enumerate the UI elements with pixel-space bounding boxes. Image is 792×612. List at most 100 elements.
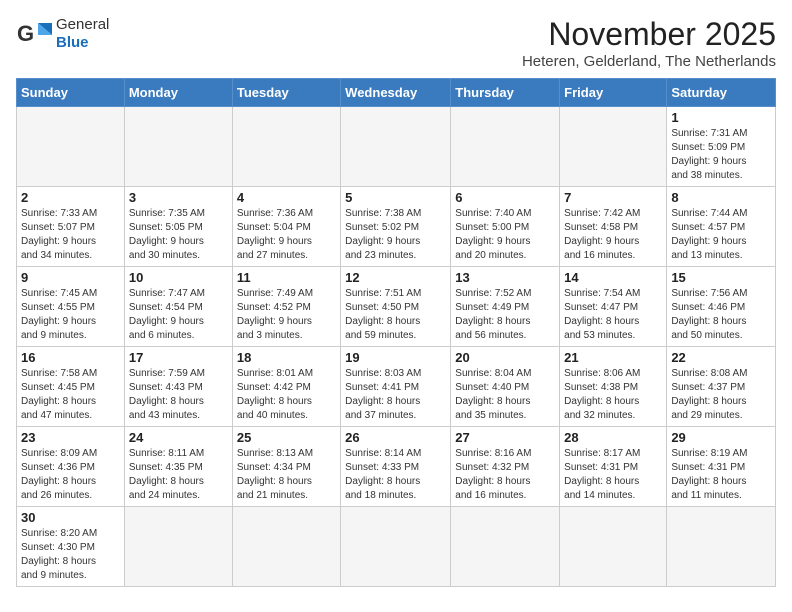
calendar-cell: 25 Sunrise: 8:13 AM Sunset: 4:34 PM Dayli… (232, 427, 340, 507)
day-number: 5 (345, 190, 446, 205)
calendar-cell: 15 Sunrise: 7:56 AM Sunset: 4:46 PM Dayli… (667, 267, 776, 347)
calendar-cell: 19Sunrise: 8:03 AM Sunset: 4:41 PM Dayli… (341, 347, 451, 427)
calendar-cell (451, 107, 560, 187)
day-info: Sunrise: 7:49 AM Sunset: 4:52 PM Dayligh… (237, 287, 336, 343)
day-number: 23 (21, 430, 120, 445)
calendar-cell (17, 107, 125, 187)
calendar-cell (341, 107, 451, 187)
calendar-cell: 8 Sunrise: 7:44 AM Sunset: 4:57 PM Daylig… (667, 187, 776, 267)
day-number: 3 (129, 190, 228, 205)
calendar-cell: 16Sunrise: 7:58 AM Sunset: 4:45 PM Dayli… (17, 347, 125, 427)
day-info: Sunrise: 7:44 AM Sunset: 4:57 PM Dayligh… (671, 207, 771, 263)
calendar-cell: 20 Sunrise: 8:04 AM Sunset: 4:40 PM Dayli… (451, 347, 560, 427)
calendar-cell: 7Sunrise: 7:42 AM Sunset: 4:58 PM Daylig… (560, 187, 667, 267)
day-number: 2 (21, 190, 120, 205)
day-number: 18 (237, 350, 336, 365)
day-info: Sunrise: 8:16 AM Sunset: 4:32 PM Dayligh… (455, 447, 555, 503)
col-thursday: Thursday (451, 79, 560, 107)
calendar-week-row: 9 Sunrise: 7:45 AM Sunset: 4:55 PM Daylig… (17, 267, 776, 347)
calendar-cell: 21 Sunrise: 8:06 AM Sunset: 4:38 PM Dayli… (560, 347, 667, 427)
calendar-cell: 17Sunrise: 7:59 AM Sunset: 4:43 PM Dayli… (124, 347, 232, 427)
day-info: Sunrise: 8:04 AM Sunset: 4:40 PM Dayligh… (455, 367, 555, 423)
day-number: 21 (564, 350, 662, 365)
day-number: 6 (455, 190, 555, 205)
day-number: 9 (21, 270, 120, 285)
day-info: Sunrise: 8:06 AM Sunset: 4:38 PM Dayligh… (564, 367, 662, 423)
calendar-cell (232, 507, 340, 587)
calendar-cell (341, 507, 451, 587)
calendar-cell: 5Sunrise: 7:38 AM Sunset: 5:02 PM Daylig… (341, 187, 451, 267)
day-number: 10 (129, 270, 228, 285)
day-info: Sunrise: 7:31 AM Sunset: 5:09 PM Dayligh… (671, 127, 771, 183)
calendar-cell: 3 Sunrise: 7:35 AM Sunset: 5:05 PM Daylig… (124, 187, 232, 267)
day-number: 20 (455, 350, 555, 365)
calendar-header-row: Sunday Monday Tuesday Wednesday Thursday… (17, 79, 776, 107)
calendar-cell (560, 507, 667, 587)
day-info: Sunrise: 7:40 AM Sunset: 5:00 PM Dayligh… (455, 207, 555, 263)
day-info: Sunrise: 8:19 AM Sunset: 4:31 PM Dayligh… (671, 447, 771, 503)
calendar-cell: 6 Sunrise: 7:40 AM Sunset: 5:00 PM Daylig… (451, 187, 560, 267)
calendar-cell (560, 107, 667, 187)
col-wednesday: Wednesday (341, 79, 451, 107)
calendar-cell (232, 107, 340, 187)
day-number: 12 (345, 270, 446, 285)
day-number: 19 (345, 350, 446, 365)
day-info: Sunrise: 8:13 AM Sunset: 4:34 PM Dayligh… (237, 447, 336, 503)
day-number: 25 (237, 430, 336, 445)
day-info: Sunrise: 8:17 AM Sunset: 4:31 PM Dayligh… (564, 447, 662, 503)
calendar-week-row: 23 Sunrise: 8:09 AM Sunset: 4:36 PM Dayli… (17, 427, 776, 507)
day-info: Sunrise: 7:35 AM Sunset: 5:05 PM Dayligh… (129, 207, 228, 263)
day-number: 1 (671, 110, 771, 125)
day-info: Sunrise: 8:09 AM Sunset: 4:36 PM Dayligh… (21, 447, 120, 503)
calendar-cell: 23 Sunrise: 8:09 AM Sunset: 4:36 PM Dayli… (17, 427, 125, 507)
calendar-cell: 24 Sunrise: 8:11 AM Sunset: 4:35 PM Dayli… (124, 427, 232, 507)
day-number: 11 (237, 270, 336, 285)
day-info: Sunrise: 7:47 AM Sunset: 4:54 PM Dayligh… (129, 287, 228, 343)
day-number: 30 (21, 510, 120, 525)
calendar-cell: 30 Sunrise: 8:20 AM Sunset: 4:30 PM Dayli… (17, 507, 125, 587)
day-number: 8 (671, 190, 771, 205)
day-info: Sunrise: 8:11 AM Sunset: 4:35 PM Dayligh… (129, 447, 228, 503)
day-number: 24 (129, 430, 228, 445)
calendar-cell (124, 507, 232, 587)
calendar-cell: 22 Sunrise: 8:08 AM Sunset: 4:37 PM Dayli… (667, 347, 776, 427)
day-info: Sunrise: 7:54 AM Sunset: 4:47 PM Dayligh… (564, 287, 662, 343)
calendar-cell: 18 Sunrise: 8:01 AM Sunset: 4:42 PM Dayli… (232, 347, 340, 427)
calendar-cell: 2 Sunrise: 7:33 AM Sunset: 5:07 PM Daylig… (17, 187, 125, 267)
day-number: 16 (21, 350, 120, 365)
calendar-cell: 26Sunrise: 8:14 AM Sunset: 4:33 PM Dayli… (341, 427, 451, 507)
calendar-cell (451, 507, 560, 587)
day-number: 28 (564, 430, 662, 445)
calendar-cell: 28 Sunrise: 8:17 AM Sunset: 4:31 PM Dayli… (560, 427, 667, 507)
calendar-cell (667, 507, 776, 587)
day-info: Sunrise: 7:42 AM Sunset: 4:58 PM Dayligh… (564, 207, 662, 263)
day-info: Sunrise: 7:45 AM Sunset: 4:55 PM Dayligh… (21, 287, 120, 343)
calendar-week-row: 30 Sunrise: 8:20 AM Sunset: 4:30 PM Dayli… (17, 507, 776, 587)
calendar-cell: 4Sunrise: 7:36 AM Sunset: 5:04 PM Daylig… (232, 187, 340, 267)
day-info: Sunrise: 8:01 AM Sunset: 4:42 PM Dayligh… (237, 367, 336, 423)
logo: G General Blue (16, 16, 109, 52)
calendar-cell: 27Sunrise: 8:16 AM Sunset: 4:32 PM Dayli… (451, 427, 560, 507)
calendar-cell: 12Sunrise: 7:51 AM Sunset: 4:50 PM Dayli… (341, 267, 451, 347)
col-saturday: Saturday (667, 79, 776, 107)
month-title: November 2025 (522, 16, 776, 53)
calendar-cell: 14Sunrise: 7:54 AM Sunset: 4:47 PM Dayli… (560, 267, 667, 347)
col-sunday: Sunday (17, 79, 125, 107)
day-number: 13 (455, 270, 555, 285)
day-info: Sunrise: 8:08 AM Sunset: 4:37 PM Dayligh… (671, 367, 771, 423)
calendar-cell: 29Sunrise: 8:19 AM Sunset: 4:31 PM Dayli… (667, 427, 776, 507)
day-number: 22 (671, 350, 771, 365)
page-header: G General Blue November 2025 Heteren, Ge… (16, 16, 776, 70)
col-friday: Friday (560, 79, 667, 107)
col-tuesday: Tuesday (232, 79, 340, 107)
calendar-cell: 13Sunrise: 7:52 AM Sunset: 4:49 PM Dayli… (451, 267, 560, 347)
logo-icon: G (16, 19, 52, 49)
calendar-cell (124, 107, 232, 187)
calendar-table: Sunday Monday Tuesday Wednesday Thursday… (16, 78, 776, 587)
day-info: Sunrise: 8:20 AM Sunset: 4:30 PM Dayligh… (21, 527, 120, 583)
calendar-cell: 11 Sunrise: 7:49 AM Sunset: 4:52 PM Dayli… (232, 267, 340, 347)
day-info: Sunrise: 7:33 AM Sunset: 5:07 PM Dayligh… (21, 207, 120, 263)
day-info: Sunrise: 7:56 AM Sunset: 4:46 PM Dayligh… (671, 287, 771, 343)
day-number: 15 (671, 270, 771, 285)
calendar-week-row: 1 Sunrise: 7:31 AM Sunset: 5:09 PM Daylig… (17, 107, 776, 187)
